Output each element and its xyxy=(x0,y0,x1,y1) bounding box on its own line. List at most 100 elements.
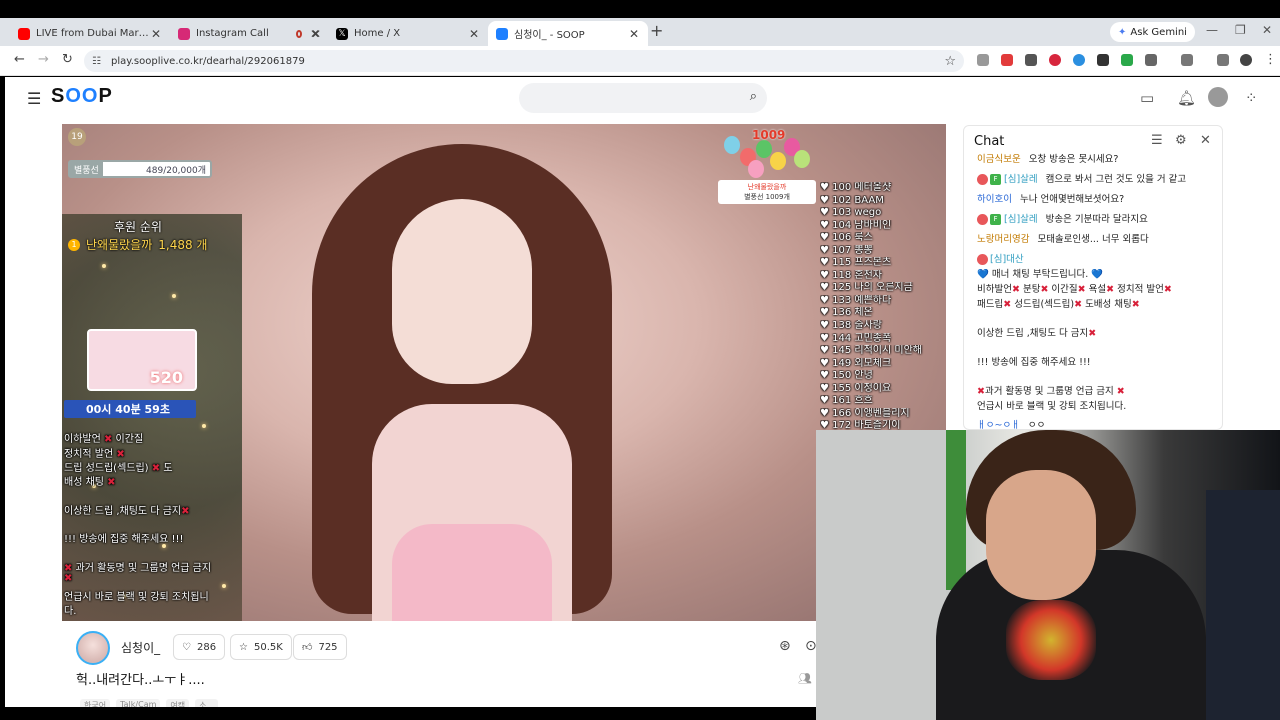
site-info-icon[interactable]: ☷ xyxy=(92,56,101,67)
favorite-count: 50.5K xyxy=(253,641,283,653)
adblock-icon[interactable] xyxy=(1001,54,1013,66)
favorite-button[interactable]: ☆ 50.5K xyxy=(230,634,292,660)
chat-text: 패드립✖ 성드립(섹드립)✖ 도배성 채팅✖ xyxy=(977,299,1140,310)
tag[interactable]: Talk/Cam xyxy=(116,699,161,707)
overlay-line: ✖ xyxy=(64,573,73,584)
chat-messages: 이금식보운 오창 방송은 못시세요? F [심]살레 캠으로 봐서 그런 것도 있을 거… xyxy=(977,151,1217,430)
search-icon[interactable]: ⌕ xyxy=(750,89,757,104)
cast-icon[interactable] xyxy=(1181,54,1193,66)
grid-menu-icon[interactable]: ⁘ xyxy=(1245,89,1258,107)
chat-text: 이상한 드립 ,채팅도 다 금지✖ xyxy=(977,328,1097,339)
supporter-amount: 1,488 개 xyxy=(158,238,208,252)
tab-youtube[interactable]: LIVE from Dubai Marina – Tensi ✕ xyxy=(10,21,170,46)
tag[interactable]: 소... xyxy=(195,699,219,707)
puzzle-icon[interactable] xyxy=(1145,54,1157,66)
user-avatar[interactable] xyxy=(1208,87,1228,107)
tab-recording[interactable]: ✕ xyxy=(288,21,328,46)
close-icon[interactable]: ✕ xyxy=(150,27,162,41)
rank-item: ♥ 115 프즈몬츠 xyxy=(820,257,892,269)
share-icon[interactable]: ⊙ xyxy=(805,638,817,654)
rank-item: ♥ 161 흐흐 xyxy=(820,395,873,407)
channel-avatar[interactable] xyxy=(76,631,110,665)
chat-username[interactable]: 노랑머리영감 xyxy=(977,234,1029,245)
close-icon[interactable]: ✕ xyxy=(468,27,480,41)
fan-badge: F xyxy=(990,214,1001,225)
window-close-icon[interactable]: ✕ xyxy=(1262,23,1272,37)
reading-list-icon[interactable] xyxy=(1217,54,1229,66)
chat-title: Chat xyxy=(974,134,1005,149)
tag[interactable]: 여캠 xyxy=(166,699,190,707)
goal-card-title: 난왜물랐을까 xyxy=(747,183,787,191)
overlay-line: 이상한 드립 ,채팅도 다 금지✖ xyxy=(64,506,190,517)
chat-message: 이금식보운 오창 방송은 못시세요? xyxy=(977,151,1118,165)
stream-title: 헉..내려간다..ㅗㅜㅑ.... xyxy=(76,673,205,688)
close-icon[interactable]: ✕ xyxy=(1200,133,1211,148)
url-field[interactable]: ☷ play.sooplive.co.kr/dearhal/292061879 … xyxy=(84,50,964,72)
profile-avatar[interactable] xyxy=(1240,54,1252,66)
channel-name[interactable]: 심청이_ xyxy=(121,639,160,656)
extension-icon[interactable] xyxy=(1049,54,1061,66)
close-icon[interactable]: ✕ xyxy=(310,27,320,41)
chat-username[interactable]: [심]살레 xyxy=(1004,174,1038,185)
new-tab-button[interactable]: + xyxy=(650,21,663,40)
bookmark-star-icon[interactable]: ☆ xyxy=(944,54,956,69)
balloon-goal-bar: 별풍선 489/20,000개 xyxy=(68,160,212,178)
balloon-goal-widget: 1009 난왜물랐을까 별풍선 1009개 xyxy=(718,126,818,206)
restore-icon[interactable]: ❐ xyxy=(1235,23,1246,37)
close-icon[interactable]: ✕ xyxy=(628,27,640,41)
extension-icon[interactable] xyxy=(977,54,989,66)
minimize-icon[interactable]: — xyxy=(1206,23,1218,37)
chat-username[interactable]: [심]대산 xyxy=(990,254,1024,265)
tab-title: Home / X xyxy=(354,28,401,39)
search-input[interactable]: ⌕ xyxy=(519,83,767,113)
kick-icon[interactable] xyxy=(1121,54,1133,66)
gear-icon[interactable]: ⚙ xyxy=(1175,133,1187,148)
chat-message: ✖과거 활동명 및 그룹명 언급 금지 ✖ xyxy=(977,383,1125,397)
like-button[interactable]: 👍︎ 725 xyxy=(293,634,347,660)
rank-item: ♥ 102 BAAM xyxy=(820,194,884,206)
goal-count: 1009 xyxy=(752,128,786,142)
extension-icon[interactable] xyxy=(1025,54,1037,66)
chat-username[interactable]: 이금식보운 xyxy=(977,154,1021,165)
chat-text: 방송은 기분따라 달라지요 xyxy=(1045,214,1148,225)
promo-number: 520 xyxy=(149,368,183,387)
tab-title: LIVE from Dubai Marina – Tensi xyxy=(36,28,150,39)
chat-username[interactable]: 하이호이 xyxy=(977,194,1012,205)
recommend-button[interactable]: ♡︎ 286 xyxy=(173,634,226,660)
tab-soop[interactable]: 심청이_ - SOOP ✕ xyxy=(488,21,648,46)
quickview-icon[interactable]: ⊛ xyxy=(779,638,791,654)
ask-gemini-button[interactable]: ✦ Ask Gemini xyxy=(1110,22,1195,42)
gemini-icon: ✦ xyxy=(1118,26,1127,38)
address-bar: ← → ↻ ☷ play.sooplive.co.kr/dearhal/2920… xyxy=(0,46,1280,76)
reload-icon[interactable]: ↻ xyxy=(62,52,73,67)
gemini-label: Ask Gemini xyxy=(1130,26,1187,38)
overlay-line: ✖ 과거 활동명 및 그룹명 언급 금지 xyxy=(64,563,212,574)
chat-username[interactable]: ㅐㅇ~ㅇㅐ xyxy=(977,420,1020,429)
shield-icon[interactable] xyxy=(1097,54,1109,66)
tag[interactable]: 한국어 xyxy=(80,699,111,707)
overlay-line: 정치적 발언 ✖ xyxy=(64,449,125,460)
rank-item: ♥ 107 뽕뽕 xyxy=(820,244,873,256)
chat-text: ㅇㅇ xyxy=(1027,420,1046,430)
rank-item: ♥ 145 리적이시 미안해 xyxy=(820,345,922,357)
back-icon[interactable]: ← xyxy=(14,52,25,67)
chat-text: 오창 방송은 못시세요? xyxy=(1028,154,1119,165)
broadcast-icon[interactable]: ▭ xyxy=(1140,89,1154,107)
participants-icon[interactable]: ☰ xyxy=(1151,133,1163,148)
bell-icon[interactable]: 🔔︎ xyxy=(1177,89,1196,107)
tab-title: 심청이_ - SOOP xyxy=(514,30,585,41)
extension-icon[interactable] xyxy=(1073,54,1085,66)
hamburger-icon[interactable]: ☰ xyxy=(27,89,41,108)
logo[interactable]: SOOP xyxy=(51,85,113,108)
light-sparkle xyxy=(222,584,226,588)
video-player[interactable]: 19 별풍선 489/20,000개 후원 순위 1 난왜물랐을까 1,488 … xyxy=(62,124,946,621)
menu-dots-icon[interactable]: ⋮ xyxy=(1264,52,1277,67)
overlay-line: 언급시 바로 블랙 및 강퇴 조치됩니 xyxy=(64,592,209,603)
pink-dress xyxy=(392,524,552,621)
chat-panel: Chat ☰ ⚙ ✕ 이금식보운 오창 방송은 못시세요? F [심]살레 캠으로 봐서… xyxy=(963,125,1223,430)
tab-x[interactable]: 𝕏 Home / X ✕ xyxy=(328,21,488,46)
chat-text: 캠으로 봐서 그런 것도 있을 거 같고 xyxy=(1045,174,1187,185)
forward-icon[interactable]: → xyxy=(38,52,49,67)
chat-username[interactable]: [심]살레 xyxy=(1004,214,1038,225)
rank-item: ♥ 149 외모체크 xyxy=(820,357,892,369)
